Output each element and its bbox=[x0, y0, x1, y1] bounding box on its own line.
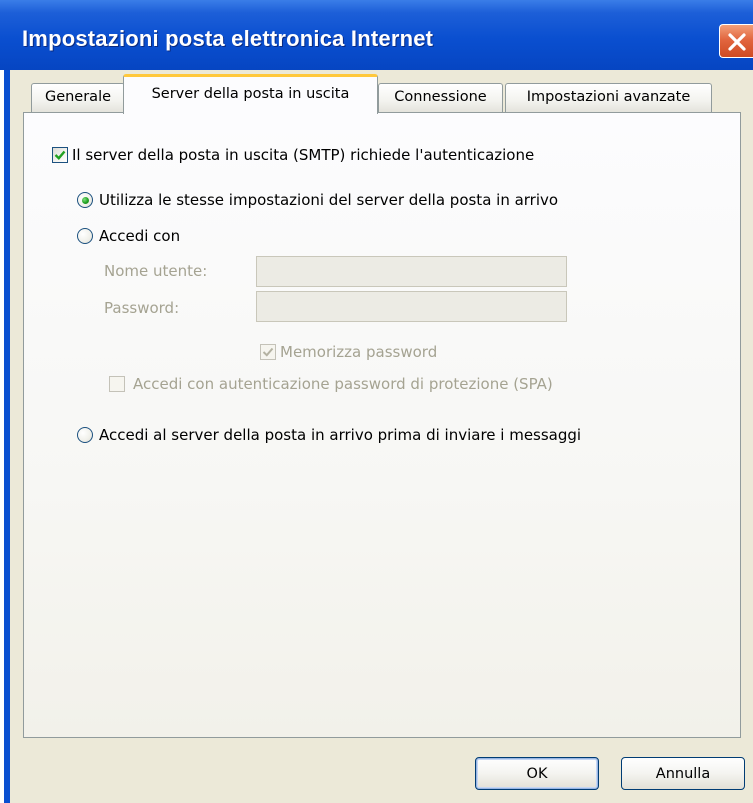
option-same-settings-row[interactable]: Utilizza le stesse impostazioni del serv… bbox=[77, 191, 558, 209]
tab-connessione[interactable]: Connessione bbox=[378, 83, 503, 112]
smtp-auth-checkbox[interactable] bbox=[52, 147, 68, 163]
option-login-with-label: Accedi con bbox=[99, 227, 181, 245]
window-border bbox=[0, 70, 10, 803]
tab-panel: Il server della posta in uscita (SMTP) r… bbox=[23, 112, 741, 738]
dialog-window: Impostazioni posta elettronica Internet … bbox=[0, 0, 753, 803]
option-login-incoming-first-label: Accedi al server della posta in arrivo p… bbox=[99, 426, 582, 444]
tab-server-posta-uscita[interactable]: Server della posta in uscita bbox=[123, 74, 378, 114]
check-icon bbox=[262, 347, 274, 357]
remember-password-label: Memorizza password bbox=[280, 343, 438, 361]
option-login-incoming-first-row[interactable]: Accedi al server della posta in arrivo p… bbox=[77, 426, 581, 444]
password-input[interactable] bbox=[256, 291, 567, 322]
smtp-auth-label: Il server della posta in uscita (SMTP) r… bbox=[72, 146, 535, 164]
title-bar[interactable]: Impostazioni posta elettronica Internet bbox=[0, 0, 753, 70]
radio-same-settings[interactable] bbox=[77, 192, 93, 208]
close-icon bbox=[728, 33, 746, 51]
tab-impostazioni-avanzate[interactable]: Impostazioni avanzate bbox=[505, 83, 712, 112]
radio-login-incoming-first[interactable] bbox=[77, 427, 93, 443]
option-login-with-row[interactable]: Accedi con bbox=[77, 227, 180, 245]
spa-row[interactable]: Accedi con autenticazione password di pr… bbox=[109, 375, 553, 393]
smtp-auth-row[interactable]: Il server della posta in uscita (SMTP) r… bbox=[52, 146, 534, 164]
username-input[interactable] bbox=[256, 256, 567, 287]
tab-generale[interactable]: Generale bbox=[31, 83, 125, 112]
option-same-settings-label: Utilizza le stesse impostazioni del serv… bbox=[99, 191, 559, 209]
tab-label: Connessione bbox=[394, 89, 487, 105]
tab-label: Server della posta in uscita bbox=[151, 86, 350, 102]
spa-checkbox[interactable] bbox=[109, 376, 125, 392]
cancel-button-label: Annulla bbox=[655, 765, 711, 782]
cancel-button[interactable]: Annulla bbox=[621, 757, 745, 790]
radio-login-with[interactable] bbox=[77, 228, 93, 244]
remember-password-checkbox[interactable] bbox=[260, 344, 276, 360]
radio-selected-dot bbox=[81, 196, 89, 204]
password-label: Password: bbox=[104, 299, 180, 317]
ok-button-label: OK bbox=[526, 765, 548, 782]
remember-password-row[interactable]: Memorizza password bbox=[260, 343, 437, 361]
check-icon bbox=[54, 150, 66, 160]
window-title: Impostazioni posta elettronica Internet bbox=[22, 26, 434, 51]
spa-label: Accedi con autenticazione password di pr… bbox=[133, 375, 553, 393]
tab-label: Generale bbox=[44, 89, 112, 105]
username-label: Nome utente: bbox=[104, 262, 208, 280]
tab-label: Impostazioni avanzate bbox=[526, 89, 691, 105]
ok-button[interactable]: OK bbox=[475, 757, 599, 790]
close-button[interactable] bbox=[719, 24, 753, 58]
